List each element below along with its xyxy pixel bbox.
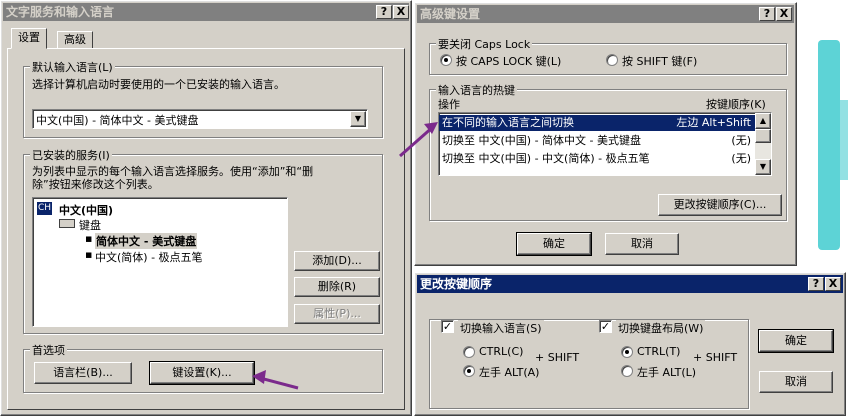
preferences-title: 首选项 <box>30 342 67 358</box>
advanced-key-settings-dialog: 高级键设置 ? X 要关闭 Caps Lock 按 CAPS LOCK 键(L)… <box>414 2 797 266</box>
caps-lock-key-radio[interactable] <box>440 54 452 66</box>
adv-close-button[interactable]: X <box>776 7 792 21</box>
tree-service-item[interactable]: 中文(简体) - 极点五笔 <box>95 249 203 265</box>
desktop-smudge <box>818 40 840 250</box>
change-cancel-button[interactable]: 取消 <box>759 371 833 393</box>
layout-ctrl-radio[interactable] <box>621 346 633 358</box>
default-language-select[interactable]: 中文(中国) - 简体中文 - 美式键盘 ▼ <box>32 109 368 129</box>
adv-cancel-button[interactable]: 取消 <box>605 233 679 255</box>
change-key-sequence-dialog: 更改按键顺序 ? X ✓ 切换输入语言(S) ✓ 切换键盘布局(W) CTRL(… <box>414 272 846 416</box>
hotkey-scrollbar[interactable]: ▲ ▼ <box>755 113 771 175</box>
hotkey-list[interactable]: 在不同的输入语言之间切换 左边 Alt+Shift 切换至 中文(中国) - 简… <box>438 112 772 176</box>
chevron-down-icon[interactable]: ▼ <box>350 111 366 127</box>
switch-language-checkbox[interactable]: ✓ <box>441 320 454 333</box>
change-ok-button[interactable]: 确定 <box>758 329 834 353</box>
main-help-button[interactable]: ? <box>376 5 392 19</box>
change-key-sequence-button[interactable]: 更改按键顺序(C)... <box>658 194 782 216</box>
hotkey-sequence: 左边 Alt+Shift <box>676 116 751 129</box>
tab-advanced[interactable]: 高级 <box>57 31 93 48</box>
tree-service-item[interactable]: 简体中文 - 美式键盘 <box>95 233 198 249</box>
preferences-group: 首选项 语言栏(B)... 键设置(K)... <box>23 342 383 393</box>
main-close-button[interactable]: X <box>393 5 409 19</box>
shift-key-radio[interactable] <box>606 54 618 66</box>
default-language-value: 中文(中国) - 简体中文 - 美式键盘 <box>36 114 199 127</box>
column-action-header: 操作 <box>438 98 460 111</box>
add-button[interactable]: 添加(D)... <box>294 251 380 271</box>
scroll-up-icon[interactable]: ▲ <box>755 113 771 129</box>
main-titlebar[interactable]: 文字服务和输入语言 <box>3 3 409 21</box>
layout-ctrl-label: CTRL(T) <box>637 345 681 358</box>
change-title: 更改按键顺序 <box>420 277 493 291</box>
tab-settings[interactable]: 设置 <box>11 28 47 49</box>
lang-plus-shift: + SHIFT <box>535 351 580 364</box>
lang-alt-radio[interactable] <box>463 365 475 377</box>
language-bar-button[interactable]: 语言栏(B)... <box>34 362 132 384</box>
scroll-thumb[interactable] <box>755 129 771 143</box>
column-key-header: 按键顺序(K) <box>706 98 766 111</box>
main-title: 文字服务和输入语言 <box>6 5 115 19</box>
hotkey-row[interactable]: 在不同的输入语言之间切换 左边 Alt+Shift <box>439 115 755 131</box>
installed-services-group: 已安装的服务(I) 为列表中显示的每个输入语言选择服务。使用“添加”和“删 除”… <box>23 147 383 334</box>
caps-lock-key-label: 按 CAPS LOCK 键(L) <box>456 55 562 68</box>
lang-alt-label: 左手 ALT(A) <box>479 366 540 379</box>
shift-key-label: 按 SHIFT 键(F) <box>622 55 698 68</box>
key-settings-button[interactable]: 键设置(K)... <box>149 361 255 385</box>
hotkey-action: 切换至 中文(中国) - 中文(简体) - 极点五笔 <box>442 152 650 165</box>
text-services-dialog: 文字服务和输入语言 ? X 设置 高级 默认输入语言(L) 选择计算机启动时要使… <box>0 0 412 416</box>
switch-layout-label: 切换键盘布局(W) <box>616 320 706 336</box>
desktop-smudge <box>840 100 848 180</box>
installed-services-desc-2: 除”按钮来修改这个列表。 <box>32 178 159 191</box>
installed-services-title: 已安装的服务(I) <box>30 147 112 163</box>
change-help-button[interactable]: ? <box>808 277 824 291</box>
hotkeys-group: 输入语言的热键 操作 按键顺序(K) 在不同的输入语言之间切换 左边 Alt+S… <box>429 82 787 221</box>
language-flag-icon: CH <box>37 202 53 215</box>
caps-lock-title: 要关闭 Caps Lock <box>436 36 533 52</box>
bullet-icon: ▪ <box>85 248 93 261</box>
tree-keyboard[interactable]: 键盘 <box>79 217 101 233</box>
default-language-desc: 选择计算机启动时要使用的一个已安装的输入语言。 <box>32 78 285 91</box>
layout-alt-radio[interactable] <box>621 365 633 377</box>
default-language-group: 默认输入语言(L) 选择计算机启动时要使用的一个已安装的输入语言。 中文(中国)… <box>23 59 383 138</box>
adv-help-button[interactable]: ? <box>759 7 775 21</box>
change-close-button[interactable]: X <box>825 277 841 291</box>
hotkey-sequence: (无) <box>731 134 751 147</box>
hotkey-action: 在不同的输入语言之间切换 <box>442 116 574 129</box>
properties-button: 属性(P)... <box>294 304 380 324</box>
hotkey-action: 切换至 中文(中国) - 简体中文 - 美式键盘 <box>442 134 642 147</box>
switch-layout-checkbox[interactable]: ✓ <box>599 320 612 333</box>
change-titlebar[interactable]: 更改按键顺序 <box>417 275 843 293</box>
lang-ctrl-label: CTRL(C) <box>479 345 524 358</box>
tree-language[interactable]: 中文(中国) <box>59 202 113 218</box>
hotkey-row[interactable]: 切换至 中文(中国) - 中文(简体) - 极点五笔 (无) <box>439 151 755 167</box>
default-language-title: 默认输入语言(L) <box>30 59 115 75</box>
layout-plus-shift: + SHIFT <box>693 351 738 364</box>
caps-lock-group: 要关闭 Caps Lock 按 CAPS LOCK 键(L) 按 SHIFT 键… <box>429 36 787 75</box>
hotkey-sequence: (无) <box>731 152 751 165</box>
adv-titlebar[interactable]: 高级键设置 <box>417 5 794 23</box>
layout-alt-label: 左手 ALT(L) <box>637 366 697 379</box>
switch-language-label: 切换输入语言(S) <box>458 320 544 336</box>
keyboard-icon <box>59 219 75 228</box>
hotkey-row[interactable]: 切换至 中文(中国) - 简体中文 - 美式键盘 (无) <box>439 133 755 149</box>
remove-button[interactable]: 删除(R) <box>294 277 380 297</box>
scroll-down-icon[interactable]: ▼ <box>755 159 771 175</box>
lang-ctrl-radio[interactable] <box>463 346 475 358</box>
bullet-icon: ▪ <box>85 232 93 245</box>
services-tree[interactable]: CH 中文(中国) 键盘 ▪ 简体中文 - 美式键盘 ▪ 中文(简体) - 极点… <box>32 197 288 327</box>
adv-ok-button[interactable]: 确定 <box>516 232 592 256</box>
adv-title: 高级键设置 <box>420 7 481 21</box>
